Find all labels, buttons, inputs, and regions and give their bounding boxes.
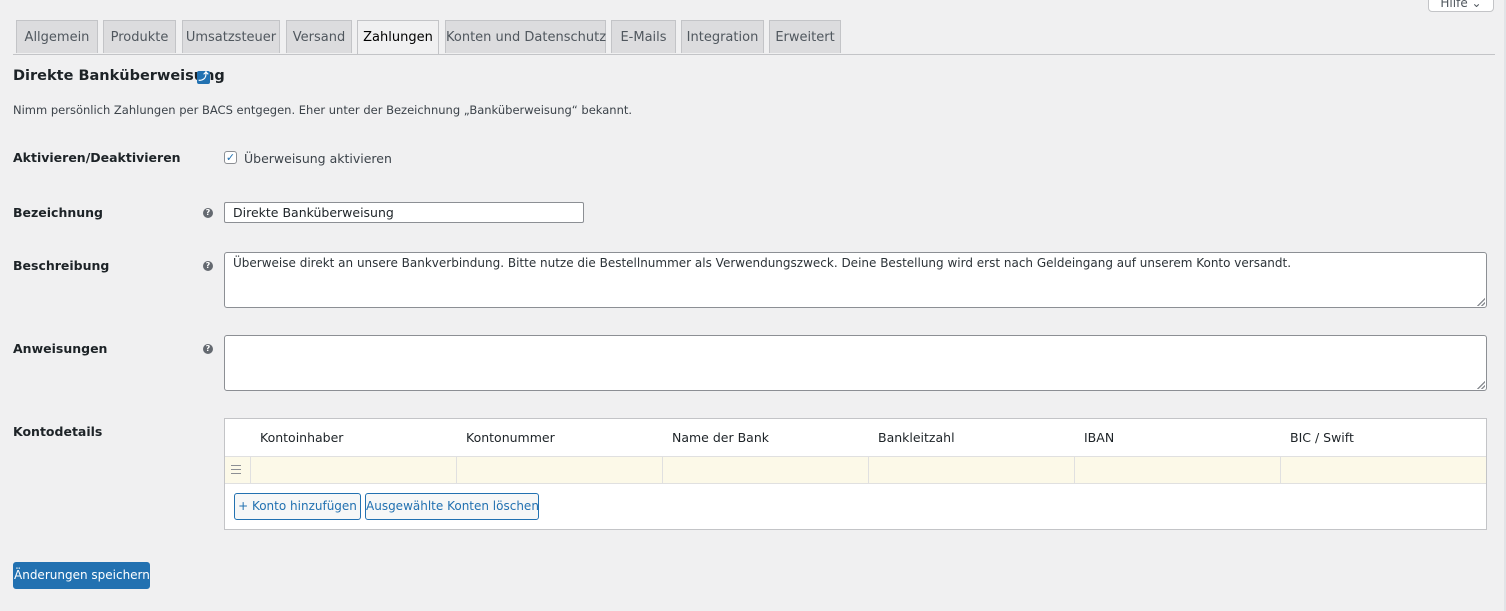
column-header: Name der Bank bbox=[672, 430, 769, 445]
description-label: Beschreibung bbox=[13, 258, 110, 273]
bank-name-input[interactable] bbox=[662, 457, 868, 483]
instructions-label: Anweisungen bbox=[13, 341, 108, 356]
title-label: Bezeichnung bbox=[13, 205, 103, 220]
account-name-input[interactable] bbox=[250, 457, 456, 483]
gateway-description: Nimm persönlich Zahlungen per BACS entge… bbox=[13, 103, 633, 117]
account-details-table: Kontoinhaber Kontonummer Name der Bank B… bbox=[224, 418, 1487, 530]
add-account-button[interactable]: + Konto hinzufügen bbox=[234, 493, 361, 520]
drag-handle-icon[interactable] bbox=[231, 465, 241, 474]
title-input[interactable]: Direkte Banküberweisung bbox=[224, 202, 584, 223]
column-header: IBAN bbox=[1084, 430, 1115, 445]
description-text: Überweise direkt an unsere Bankverbindun… bbox=[233, 256, 1292, 270]
help-tip-icon[interactable]: ? bbox=[203, 261, 213, 271]
help-tab-button[interactable]: Hilfe ⌄ bbox=[1428, 0, 1494, 12]
iban-input[interactable] bbox=[1074, 457, 1280, 483]
enable-checkbox-label[interactable]: Überweisung aktivieren bbox=[244, 151, 392, 166]
delete-accounts-button[interactable]: Ausgewählte Konten löschen bbox=[365, 493, 539, 520]
page-title: Direkte Banküberweisung bbox=[13, 68, 225, 84]
resize-handle[interactable] bbox=[1477, 298, 1485, 306]
column-header: Kontoinhaber bbox=[260, 430, 344, 445]
enable-checkbox[interactable]: ✓ bbox=[224, 151, 237, 164]
account-details-label: Kontodetails bbox=[13, 424, 103, 439]
help-tip-icon[interactable]: ? bbox=[203, 344, 213, 354]
tab-umsatzsteuer[interactable]: Umsatzsteuer bbox=[182, 20, 280, 53]
bic-input[interactable] bbox=[1280, 457, 1487, 483]
instructions-textarea[interactable] bbox=[224, 335, 1487, 391]
description-textarea[interactable]: Überweise direkt an unsere Bankverbindun… bbox=[224, 252, 1487, 308]
tab-konten-und-datenschutz[interactable]: Konten und Datenschutz bbox=[445, 20, 606, 53]
enable-label: Aktivieren/Deaktivieren bbox=[13, 150, 181, 165]
sort-code-input[interactable] bbox=[868, 457, 1074, 483]
tab-produkte[interactable]: Produkte bbox=[103, 20, 176, 53]
tab-integration[interactable]: Integration bbox=[681, 20, 764, 53]
tab-versand[interactable]: Versand bbox=[286, 20, 352, 53]
tab-allgemein[interactable]: Allgemein bbox=[16, 20, 98, 53]
table-row bbox=[225, 456, 1486, 484]
tab-zahlungen[interactable]: Zahlungen bbox=[357, 20, 439, 54]
tab-e-mails[interactable]: E-Mails bbox=[611, 20, 676, 53]
help-tip-icon[interactable]: ? bbox=[203, 208, 213, 218]
account-number-input[interactable] bbox=[456, 457, 662, 483]
save-button[interactable]: Änderungen speichern bbox=[13, 562, 150, 589]
settings-tabs: Allgemein Produkte Umsatzsteuer Versand … bbox=[13, 20, 1495, 55]
column-header: Bankleitzahl bbox=[878, 430, 955, 445]
tab-erweitert[interactable]: Erweitert bbox=[769, 20, 841, 53]
external-link-icon[interactable]: ⤴ bbox=[197, 71, 210, 84]
column-header: BIC / Swift bbox=[1290, 430, 1354, 445]
column-header: Kontonummer bbox=[466, 430, 555, 445]
resize-handle[interactable] bbox=[1477, 381, 1485, 389]
